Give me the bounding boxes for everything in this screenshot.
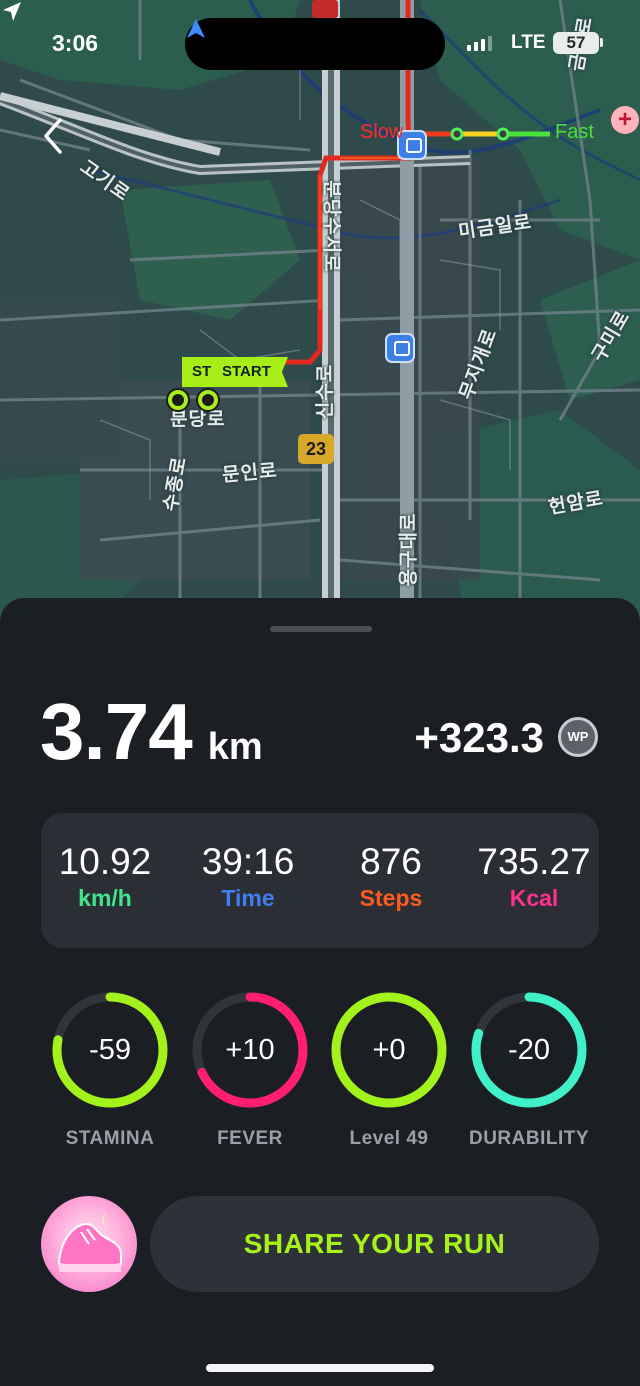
status-time: 3:06 (52, 30, 99, 56)
location-arrow-icon (3, 2, 21, 21)
stat-label: Kcal (509, 885, 559, 911)
run-summary-sheet: 3.74 km +323.3 WP 10.92 km/h 39:16 Time … (0, 598, 640, 1386)
distance-display: 3.74 km (40, 686, 263, 778)
subway-station-icon[interactable] (385, 333, 415, 363)
stat-label: Time (221, 885, 275, 911)
gauge-stamina: -59 (50, 990, 170, 1110)
sneaker-avatar[interactable] (41, 1196, 137, 1292)
stat-time: 39:16 Time (178, 841, 318, 912)
stat-value: 876 (360, 841, 422, 882)
gauge-label-fever: FEVER (217, 1128, 283, 1149)
gauge-level: +0 (329, 990, 449, 1110)
stat-value: 735.27 (477, 841, 591, 882)
gauge-value: +0 (372, 1034, 406, 1066)
gauge-value: -59 (89, 1034, 131, 1066)
map-label-road-2: 분당수서로 (320, 180, 342, 273)
map-label-road-7: 문인로 (221, 460, 279, 487)
stat-steps: 876 Steps (321, 841, 461, 912)
start-pin-icon (166, 388, 190, 412)
distance-unit: km (207, 726, 263, 768)
cellular-signal-icon (467, 36, 492, 51)
stats-card: 10.92 km/h 39:16 Time 876 Steps 735.27 K… (41, 813, 599, 948)
sheet-grabber[interactable] (270, 626, 372, 632)
battery-nub (600, 38, 603, 47)
wp-earned: +323.3 (414, 714, 544, 761)
route-number-badge: 23 (298, 434, 334, 464)
sneaker-icon (58, 1212, 122, 1272)
start-flag: START (212, 357, 288, 387)
gauge-durability: -20 (469, 990, 589, 1110)
map-background (0, 0, 640, 640)
gauge-label-stamina: STAMINA (65, 1128, 155, 1149)
map-label-road-6: 신수로 (315, 363, 337, 420)
gauge-label-durability: DURABILITY (468, 1128, 590, 1149)
stat-kcal: 735.27 Kcal (464, 841, 604, 912)
home-indicator[interactable] (206, 1364, 434, 1372)
stat-label: Steps (359, 885, 423, 911)
stat-value: 39:16 (201, 841, 295, 882)
gauge-value: +10 (225, 1034, 275, 1066)
share-run-button[interactable]: SHARE YOUR RUN (150, 1196, 599, 1292)
plus-icon[interactable]: + (611, 106, 639, 134)
wp-coin-icon: WP (558, 717, 598, 757)
chevron-left-icon (44, 118, 62, 154)
dynamic-island (185, 18, 445, 70)
route-map[interactable]: 고기로 분당수서로 미금일로 무지개로 구미로 신수로 문인로 수종로 분당로 … (0, 0, 640, 640)
speed-legend-slow: Slow (360, 121, 404, 143)
distance-value: 3.74 (40, 687, 193, 776)
map-label-road-10: 용구대로 (398, 512, 420, 587)
gauge-label-level: Level 49 (349, 1128, 429, 1149)
navigation-arrow-icon (187, 19, 205, 38)
gauge-fever: +10 (190, 990, 310, 1110)
stat-speed: 10.92 km/h (35, 841, 175, 912)
stat-value: 10.92 (58, 841, 152, 882)
battery-icon: 57 (553, 32, 599, 54)
speed-legend-fast: Fast (555, 121, 594, 143)
gauge-value: -20 (508, 1034, 550, 1066)
end-pin-icon (196, 388, 220, 412)
stat-label: km/h (78, 885, 132, 911)
back-button[interactable] (36, 116, 70, 156)
network-type: LTE (511, 32, 546, 53)
